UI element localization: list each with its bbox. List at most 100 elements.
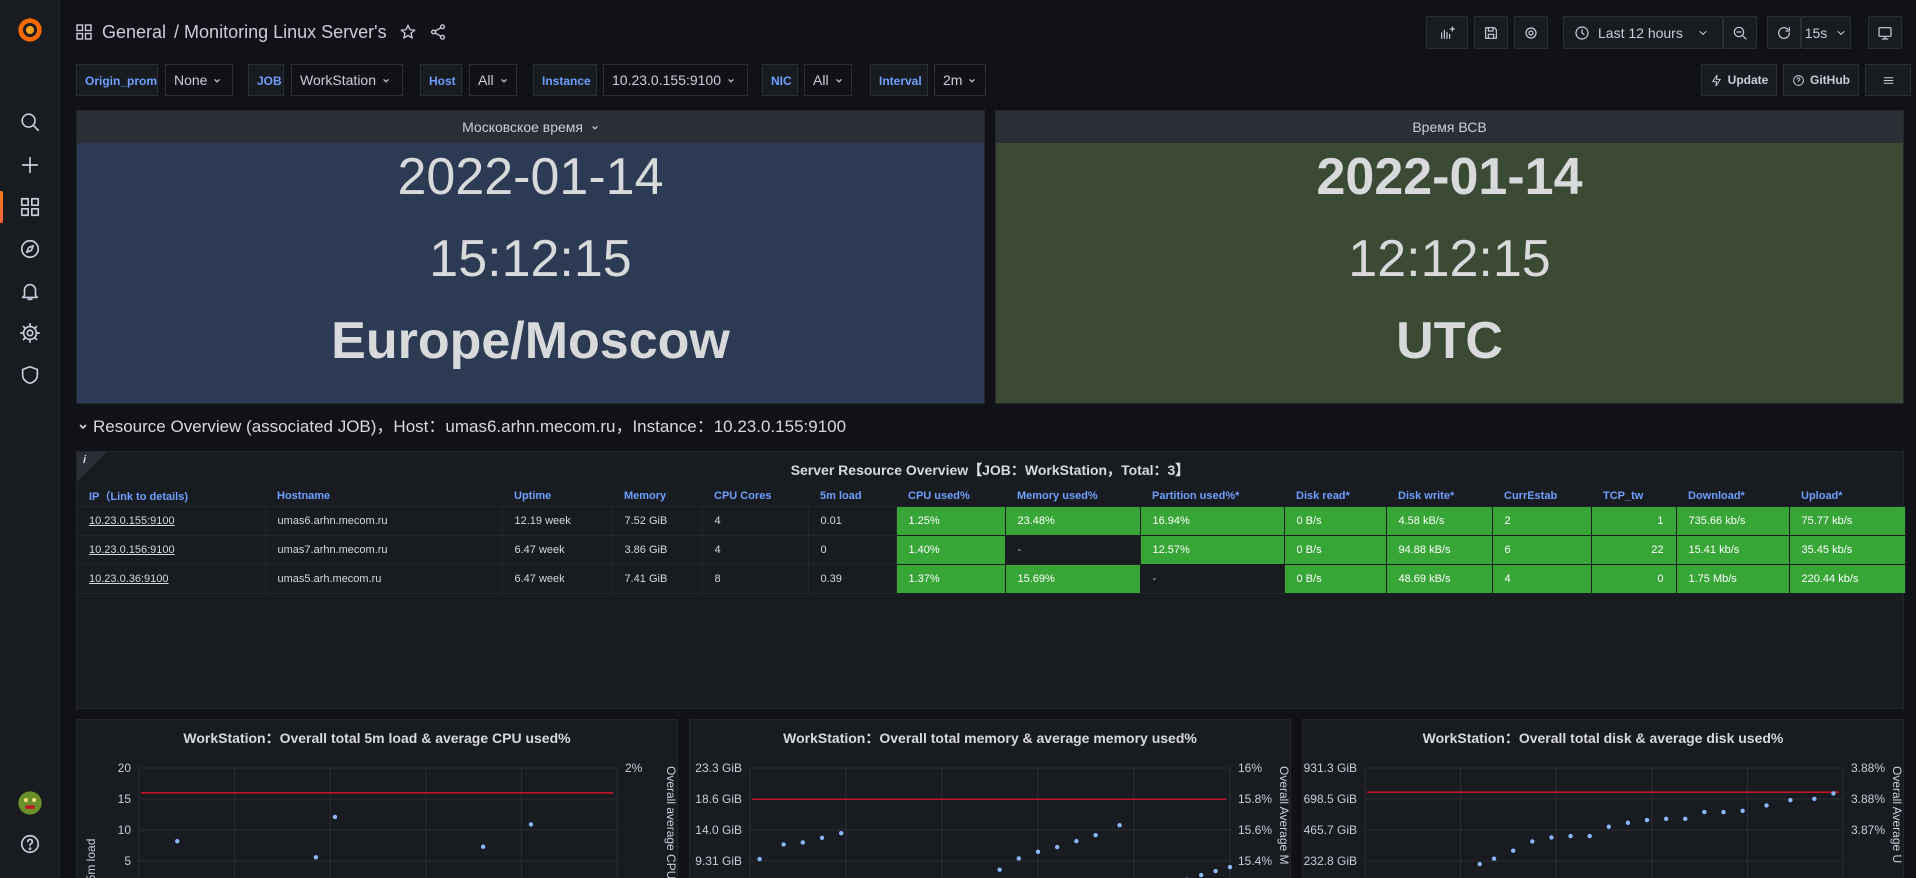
bell-icon[interactable] xyxy=(0,271,60,311)
column-header[interactable]: Hostname xyxy=(265,486,502,507)
help-icon[interactable] xyxy=(0,824,60,864)
column-header[interactable]: Download* xyxy=(1676,486,1789,507)
column-header[interactable]: IP（Link to details) xyxy=(77,486,265,507)
variable-select-instance[interactable]: 10.23.0.155:9100 xyxy=(603,64,748,96)
table-cell: 22 xyxy=(1590,534,1677,565)
y-tick-label: 232.8 GiB xyxy=(1304,854,1357,868)
y-tick-label: 9.31 GiB xyxy=(695,854,742,868)
plus-icon[interactable] xyxy=(0,145,60,185)
row-header-resource-overview[interactable]: Resource Overview (associated JOB)，Host：… xyxy=(78,415,846,439)
refresh-button[interactable] xyxy=(1767,16,1801,49)
column-header[interactable]: Upload* xyxy=(1789,486,1905,507)
variable-select-origin-prom[interactable]: None xyxy=(165,64,233,96)
column-header[interactable]: CurrEstab xyxy=(1492,486,1591,507)
search-icon[interactable] xyxy=(0,102,60,142)
column-header[interactable]: Disk read* xyxy=(1284,486,1386,507)
data-point xyxy=(1702,809,1707,815)
column-header[interactable]: TCP_tw xyxy=(1591,486,1676,507)
zoom-out-icon xyxy=(1733,26,1747,40)
panel-title[interactable]: Server Resource Overview【JOB：WorkStation… xyxy=(77,460,1903,480)
github-link-label: GitHub xyxy=(1810,73,1850,87)
compass-icon[interactable] xyxy=(0,229,60,269)
grafana-dashboard: General / Monitoring Linux Server's Last… xyxy=(0,0,1916,878)
dashboard-title[interactable]: / Monitoring Linux Server's xyxy=(174,22,387,43)
monitor-icon xyxy=(1878,26,1892,40)
zoom-out-button[interactable] xyxy=(1723,16,1757,49)
data-point xyxy=(781,842,786,847)
time-range-picker[interactable]: Last 12 hours xyxy=(1563,16,1723,49)
table-cell: 4 xyxy=(1491,563,1592,594)
table-cell: umas7.arhn.mecom.ru xyxy=(265,535,503,565)
share-icon[interactable] xyxy=(429,23,447,41)
data-point xyxy=(1199,872,1204,878)
variable-select-host[interactable]: All xyxy=(469,64,517,96)
star-icon[interactable] xyxy=(399,23,417,41)
avatar[interactable] xyxy=(0,783,60,823)
column-header[interactable]: Partition used%* xyxy=(1140,486,1284,507)
data-point xyxy=(1117,822,1122,828)
variable-select-interval[interactable]: 2m xyxy=(934,64,986,96)
refresh-interval-picker[interactable]: 15s xyxy=(1801,16,1851,49)
column-header[interactable]: CPU used% xyxy=(896,486,1005,507)
chevron-down-icon xyxy=(214,78,221,83)
column-header[interactable]: Disk write* xyxy=(1386,486,1492,507)
column-header[interactable]: CPU Cores xyxy=(702,486,808,507)
template-variables: Origin_prom None JOB WorkStation Host Al… xyxy=(76,64,1916,96)
data-point xyxy=(1530,839,1535,844)
ip-link[interactable]: 10.23.0.36:9100 xyxy=(89,573,169,585)
tv-mode-button[interactable] xyxy=(1868,16,1902,49)
column-header[interactable]: Uptime xyxy=(502,486,612,507)
table-header-row: IP（Link to details) Hostname Uptime Memory C… xyxy=(77,486,1905,507)
column-header[interactable]: Memory used% xyxy=(1005,486,1140,507)
table-row: 10.23.0.155:9100 umas6.arhn.mecom.ru 12.19… xyxy=(77,505,1906,536)
data-point xyxy=(1549,835,1554,840)
table-cell: 7.41 GiB xyxy=(612,564,703,594)
variable-select-job[interactable]: WorkStation xyxy=(291,64,403,96)
github-link[interactable]: GitHub xyxy=(1783,64,1859,96)
grafana-logo-icon[interactable] xyxy=(0,10,60,50)
shield-icon[interactable] xyxy=(0,355,60,395)
breadcrumb-folder[interactable]: General xyxy=(102,22,166,43)
column-header[interactable]: Memory xyxy=(612,486,702,507)
clock-icon xyxy=(1575,25,1589,40)
dashboards-icon[interactable] xyxy=(0,187,60,227)
chevron-down-icon xyxy=(383,78,389,83)
table-cell: 0 B/s xyxy=(1283,534,1387,565)
table-cell: 23.48% xyxy=(1004,505,1141,536)
table-cell: 35.45 kb/s xyxy=(1788,534,1906,565)
data-point xyxy=(839,830,844,836)
column-header[interactable]: 5m load xyxy=(808,486,896,507)
data-point xyxy=(1683,816,1688,821)
variable-select-nic[interactable]: All xyxy=(804,64,852,96)
gear-icon[interactable] xyxy=(0,313,60,353)
ip-link[interactable]: 10.23.0.156:9100 xyxy=(89,544,175,556)
variable-value: All xyxy=(813,72,829,88)
y-tick-label: 23.3 GiB xyxy=(695,761,742,775)
graph-panel-disk: WorkStation：Overall total disk & average… xyxy=(1302,719,1904,878)
y-tick-label: 20 xyxy=(118,761,132,775)
save-icon xyxy=(1485,26,1497,39)
save-button[interactable] xyxy=(1474,16,1508,49)
variable-value: All xyxy=(478,72,494,88)
table-cell: 0 xyxy=(808,535,897,565)
table-cell: 6.47 week xyxy=(502,564,613,594)
panel-header[interactable]: Время ВСВ xyxy=(996,111,1903,143)
settings-button[interactable] xyxy=(1514,16,1548,49)
variable-label-nic: NIC xyxy=(762,64,798,96)
table-cell[interactable]: 10.23.0.155:9100 xyxy=(77,506,266,536)
table-cell[interactable]: 10.23.0.156:9100 xyxy=(77,535,266,565)
panel-header[interactable]: Московское время xyxy=(77,111,984,143)
data-point xyxy=(1035,849,1041,854)
table-cell: - xyxy=(1140,564,1285,594)
table-cell[interactable]: 10.23.0.36:9100 xyxy=(77,564,266,594)
y-tick-label: 5 xyxy=(124,854,131,868)
table-cell: 12.57% xyxy=(1139,534,1285,565)
update-link[interactable]: Update xyxy=(1701,64,1777,96)
chart-svg: 931.3 GiB 698.5 GiB 465.7 GiB 232.8 GiB 3.88… xyxy=(1304,761,1903,878)
y2-tick-label: 15.6% xyxy=(1238,823,1272,837)
update-link-label: Update xyxy=(1727,73,1769,87)
add-panel-button[interactable] xyxy=(1426,16,1468,49)
dashboard-menu-button[interactable] xyxy=(1865,64,1911,96)
ip-link[interactable]: 10.23.0.155:9100 xyxy=(89,515,175,527)
table-cell: 12.19 week xyxy=(502,506,613,536)
